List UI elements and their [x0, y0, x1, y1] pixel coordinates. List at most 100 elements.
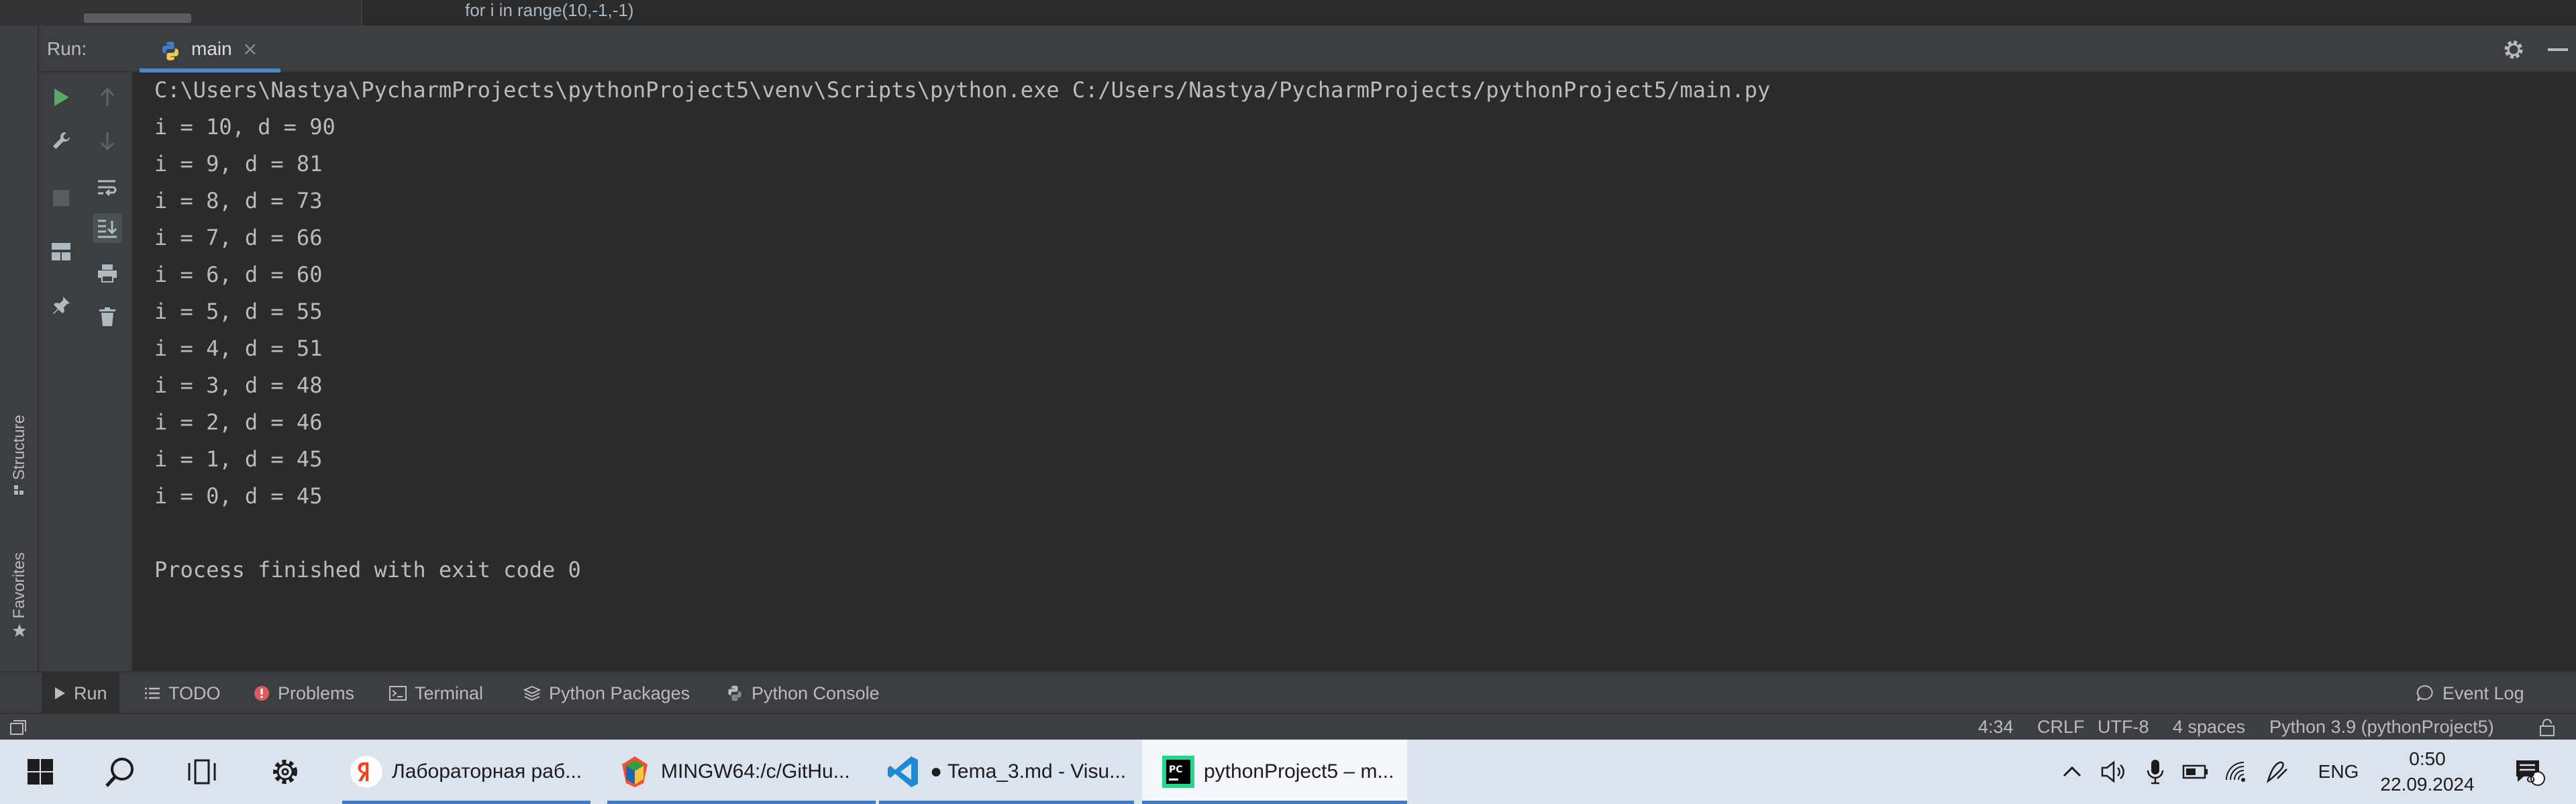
- volume-button[interactable]: [2099, 740, 2128, 804]
- console-output-line: i = 2, d = 46: [154, 409, 323, 435]
- bottom-tool-tabs: Run TODO Problems Terminal Python Packag…: [0, 671, 2576, 714]
- wrench-icon: [52, 132, 70, 149]
- tab-run[interactable]: Run: [42, 672, 119, 714]
- code-hint: for i in range(10,-1,-1): [465, 0, 634, 20]
- stop-button[interactable]: [46, 183, 76, 213]
- console-output-line: i = 7, d = 66: [154, 225, 323, 250]
- previous-occurrence-button[interactable]: [93, 83, 122, 112]
- pin-tab-button[interactable]: [46, 291, 76, 320]
- input-language-button[interactable]: ENG: [2308, 740, 2369, 804]
- console-output-line: i = 4, d = 51: [154, 336, 323, 361]
- scroll-to-end-button[interactable]: [92, 213, 122, 243]
- battery-button[interactable]: [2181, 740, 2210, 804]
- structure-icon: [14, 485, 23, 495]
- tab-problems[interactable]: Problems: [254, 672, 354, 714]
- running-indicator: [607, 801, 876, 804]
- tab-python-console-label: Python Console: [752, 683, 880, 703]
- svg-text:PC: PC: [1169, 764, 1183, 775]
- notification-count: 8: [2526, 768, 2536, 787]
- microphone-button[interactable]: [2141, 740, 2170, 804]
- restore-layout-button[interactable]: [46, 237, 76, 266]
- horizontal-scrollbar[interactable]: [84, 13, 191, 23]
- speaker-icon: [2101, 760, 2124, 783]
- run-title: Run:: [47, 38, 87, 59]
- running-indicator: [879, 801, 1134, 804]
- edit-config-button[interactable]: [46, 126, 76, 156]
- search-button[interactable]: [91, 740, 151, 804]
- tab-todo[interactable]: TODO: [144, 672, 221, 714]
- run-config-tab[interactable]: main ×: [116, 26, 284, 72]
- tab-python-console[interactable]: Python Console: [726, 672, 880, 714]
- structure-label: Structure: [10, 415, 28, 481]
- gear-icon[interactable]: [2502, 38, 2526, 62]
- soft-wrap-button[interactable]: [93, 173, 122, 203]
- tab-terminal[interactable]: Terminal: [389, 672, 483, 714]
- tab-python-packages-label: Python Packages: [549, 683, 690, 703]
- notifications-button[interactable]: 8: [2506, 740, 2553, 804]
- clock-time: 0:50: [2409, 748, 2446, 769]
- rerun-button[interactable]: [46, 83, 76, 112]
- pycharm-icon: PC: [1162, 756, 1194, 788]
- console-output-line: i = 1, d = 45: [154, 446, 323, 472]
- clear-all-button[interactable]: [93, 302, 122, 332]
- console-output-line: i = 5, d = 55: [154, 299, 323, 324]
- run-tab-label: main: [191, 38, 232, 59]
- terminal-icon: [389, 686, 407, 701]
- windows-logo-icon: [28, 759, 53, 785]
- line-separator[interactable]: CRLF: [2037, 714, 2085, 740]
- minimize-icon[interactable]: [2548, 48, 2568, 51]
- print-button[interactable]: [93, 258, 122, 288]
- soft-wrap-icon: [97, 180, 116, 197]
- vscode-icon: [888, 756, 918, 787]
- tab-python-packages[interactable]: Python Packages: [523, 672, 690, 714]
- taskbar-app-mingw[interactable]: MINGW64:/c/GitHu...: [607, 740, 876, 804]
- console-command-line: C:\Users\Nastya\PycharmProjects\pythonPr…: [154, 77, 1771, 103]
- list-icon: [145, 687, 160, 699]
- structure-tool-button[interactable]: Structure: [0, 415, 39, 497]
- pen-button[interactable]: [2263, 740, 2292, 804]
- console-output-line: i = 6, d = 60: [154, 262, 323, 287]
- tab-event-log-label: Event Log: [2442, 683, 2524, 703]
- left-tool-strip: Structure Favorites: [0, 26, 39, 701]
- network-button[interactable]: [2222, 740, 2252, 804]
- console-output-line: i = 0, d = 45: [154, 483, 323, 509]
- close-icon[interactable]: ×: [242, 26, 258, 72]
- wifi-icon: [2226, 762, 2245, 782]
- start-button[interactable]: [13, 740, 67, 804]
- run-toolbar-secondary: [83, 72, 133, 701]
- run-console[interactable]: C:\Users\Nastya\PycharmProjects\pythonPr…: [133, 72, 2576, 701]
- file-encoding[interactable]: UTF-8: [2098, 714, 2149, 740]
- tab-run-label: Run: [74, 683, 107, 703]
- caret-position[interactable]: 4:34: [1978, 714, 2014, 740]
- python-interpreter[interactable]: Python 3.9 (pythonProject5): [2269, 714, 2494, 740]
- taskbar-app-pycharm[interactable]: PC pythonProject5 – m...: [1142, 740, 1407, 804]
- clock-button[interactable]: 0:50 22.09.2024: [2379, 740, 2476, 804]
- windows-taskbar: Лабораторная раб... MINGW64:/c/GitHu... …: [0, 740, 2576, 804]
- task-view-button[interactable]: [171, 740, 231, 804]
- favorites-tool-button[interactable]: Favorites: [0, 552, 39, 639]
- lock-icon[interactable]: [2538, 718, 2556, 737]
- pin-icon: [52, 297, 70, 314]
- taskbar-app-yandex[interactable]: Лабораторная раб...: [342, 740, 590, 804]
- arrow-down-icon: [100, 132, 114, 151]
- indent-setting[interactable]: 4 spaces: [2173, 714, 2245, 740]
- run-tool-window-header: Run: main ×: [39, 26, 2576, 72]
- trash-icon: [99, 307, 115, 326]
- scroll-to-end-icon: [97, 219, 117, 238]
- settings-app-button[interactable]: [255, 740, 315, 804]
- printer-icon: [97, 264, 117, 283]
- git-bash-icon: [622, 756, 648, 787]
- yandex-browser-icon: [350, 755, 383, 789]
- status-bar: 4:34 CRLF UTF-8 4 spaces Python 3.9 (pyt…: [0, 713, 2576, 740]
- next-occurrence-button[interactable]: [93, 126, 122, 156]
- running-indicator: [1142, 801, 1407, 804]
- toggle-tool-windows-icon[interactable]: [9, 719, 27, 736]
- taskbar-app-label: pythonProject5 – m...: [1204, 760, 1394, 783]
- taskbar-app-vscode[interactable]: ● Tema_3.md - Visu...: [879, 740, 1134, 804]
- pen-icon: [2266, 761, 2287, 783]
- tab-terminal-label: Terminal: [415, 683, 484, 703]
- tab-event-log[interactable]: Event Log: [2416, 672, 2524, 714]
- show-hidden-icons-button[interactable]: [2059, 740, 2085, 804]
- settings-gear-icon: [273, 760, 297, 784]
- console-output-line: i = 3, d = 48: [154, 372, 323, 398]
